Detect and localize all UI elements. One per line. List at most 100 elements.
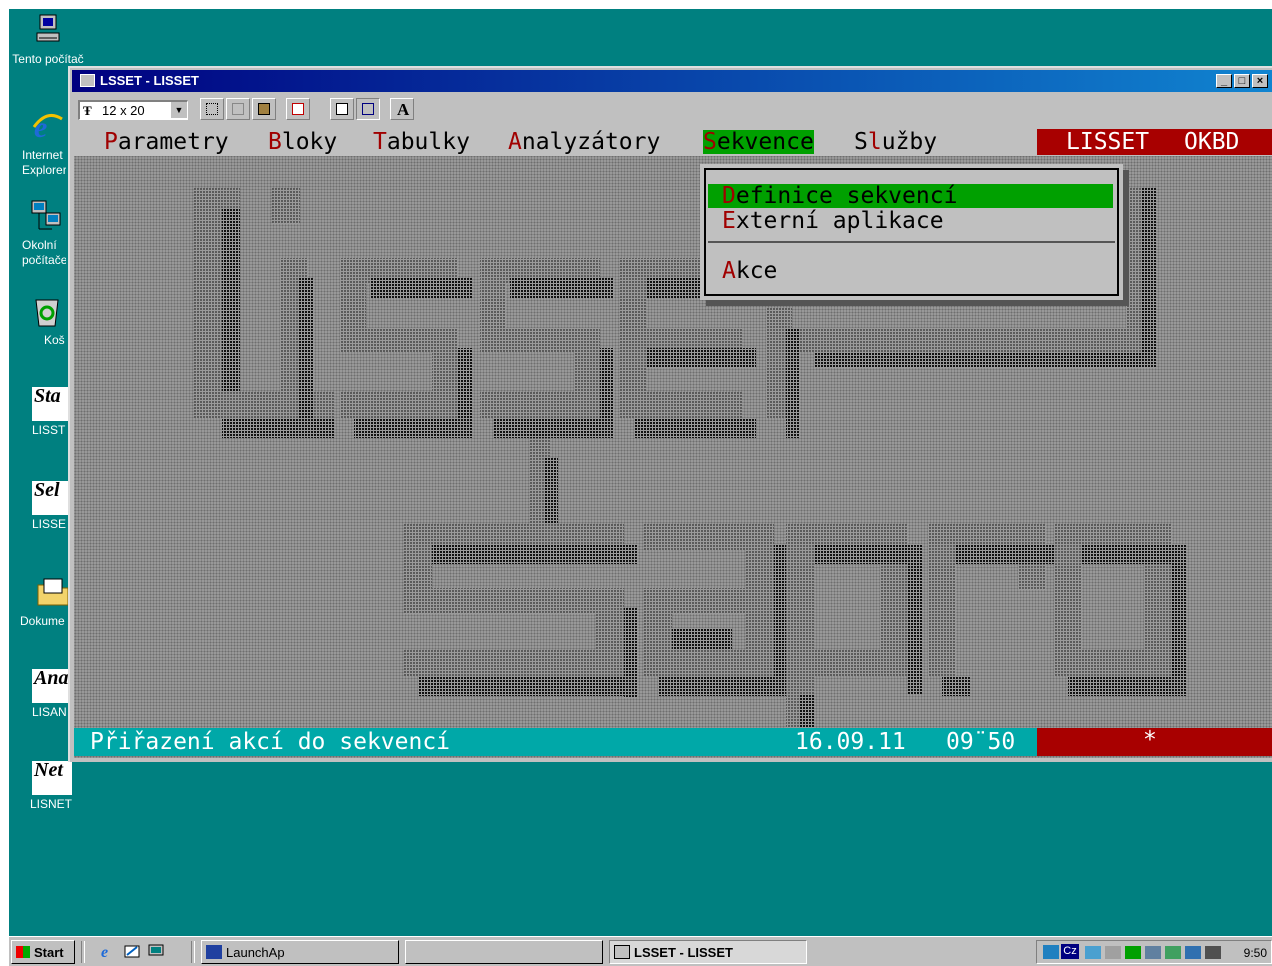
background-button[interactable]: [356, 98, 380, 120]
chevron-down-icon[interactable]: ▼: [170, 102, 187, 118]
console-statusbar: Přiřazení akcí do sekvencí 16.09.11 09¨5…: [74, 727, 1272, 756]
svg-text:e: e: [101, 944, 108, 959]
menu-label: arametry: [117, 129, 229, 155]
status-time: 09¨50: [946, 729, 1016, 755]
desktop-icon-label: LISNET: [30, 797, 73, 811]
desktop-icon-label: Tento počítač: [12, 52, 84, 66]
menu-label: užby: [881, 129, 938, 155]
properties-button[interactable]: [330, 98, 354, 120]
dropdown-label: efinice sekvencí: [735, 183, 958, 209]
desktop-icon-label: Internet Explorer: [22, 148, 66, 177]
tray-display-icon[interactable]: [1145, 946, 1161, 959]
network-neighborhood-icon: [31, 200, 61, 230]
shortcut-caption: Ana: [34, 667, 69, 689]
app-id-tag: LISSET OKBD: [1037, 129, 1272, 155]
fullscreen-button[interactable]: [286, 98, 310, 120]
background-icon: [362, 103, 374, 115]
dropdown-item-externi-aplikace[interactable]: Externí aplikace: [722, 209, 944, 233]
tray-monitor-icon[interactable]: [1165, 946, 1181, 959]
menu-sekvence[interactable]: Sekvence: [703, 130, 814, 154]
quicklaunch-ie-icon[interactable]: e: [99, 943, 117, 959]
task-lsset-lisset[interactable]: LSSET - LISSET: [609, 940, 807, 964]
menu-tabulky[interactable]: Tabulky: [373, 130, 470, 154]
dropdown-hotkey: E: [722, 208, 736, 234]
desktop: Tento počítač e Internet Explorer Okolní…: [9, 9, 1272, 936]
dropdown-hotkey: A: [722, 258, 736, 284]
paste-icon: [258, 103, 270, 115]
font-size-select[interactable]: Ŧ 12 x 20 ▼: [78, 100, 188, 120]
copy-icon: [232, 103, 244, 115]
taskbar-separator: [191, 941, 195, 963]
window-title: LSSET - LISSET: [100, 73, 199, 88]
quicklaunch-outlook-icon[interactable]: [123, 943, 141, 959]
dropdown-label: kce: [735, 258, 778, 284]
lisset-shortcut-icon: Sel appr: [32, 479, 72, 515]
console-window-icon: [80, 74, 95, 87]
font-icon: A: [397, 100, 410, 119]
shortcut-subcaption: appr: [34, 691, 57, 703]
menu-hotkey: P: [104, 129, 118, 155]
desktop-icon-my-computer[interactable]: Tento počítač: [9, 13, 88, 66]
status-date: 16.09.11: [795, 729, 906, 755]
menu-bloky[interactable]: Bloky: [268, 130, 337, 154]
shortcut-subcaption: appr: [34, 409, 57, 421]
app-id-okbd: OKBD: [1184, 129, 1240, 155]
window-toolbar: Ŧ 12 x 20 ▼ A: [72, 94, 1272, 124]
copy-button[interactable]: [226, 98, 250, 120]
clock[interactable]: 9:50: [1244, 946, 1267, 960]
tray-antivirus-icon[interactable]: [1125, 946, 1141, 959]
truetype-icon: Ŧ: [83, 103, 92, 118]
dropdown-item-definice-sekvenci[interactable]: Definice sekvencí: [708, 184, 1113, 208]
sekvence-dropdown: Definice sekvencí Externí aplikace Akce: [700, 164, 1123, 300]
desktop-icon-label: Okolní počítače: [22, 238, 66, 267]
shortcut-subcaption: appr: [34, 503, 57, 515]
menu-label: nalyzátory: [521, 129, 661, 155]
menu-analyzatory[interactable]: Analyzátory: [508, 130, 660, 154]
menu-hotkey: A: [508, 129, 522, 155]
language-indicator[interactable]: Cz: [1061, 944, 1079, 959]
mark-icon: [206, 103, 218, 115]
font-size-value: 12 x 20: [102, 103, 145, 118]
close-button[interactable]: ×: [1252, 74, 1268, 88]
desktop-shortcut-lisnet[interactable]: Net appr LISNET: [9, 759, 88, 811]
tray-network-icon[interactable]: [1085, 946, 1101, 959]
quicklaunch-show-desktop-icon[interactable]: [147, 943, 165, 959]
system-tray: Cz 9:50: [1036, 940, 1272, 964]
dropdown-hotkey: D: [722, 183, 736, 209]
properties-icon: [336, 103, 348, 115]
task-launchap[interactable]: LaunchAp: [201, 940, 399, 964]
task-empty[interactable]: [405, 940, 603, 964]
font-button[interactable]: A: [390, 98, 414, 120]
console-menubar: Parametry Bloky Tabulky Analyzátory Sekv…: [74, 128, 1272, 156]
paste-button[interactable]: [252, 98, 276, 120]
launchap-icon: [206, 945, 222, 959]
shortcut-subcaption: appr: [34, 783, 57, 795]
mark-button[interactable]: [200, 98, 224, 120]
menu-hotkey: l: [867, 129, 882, 155]
start-button[interactable]: Start: [11, 940, 75, 964]
tray-keyboard-icon[interactable]: [1205, 946, 1221, 959]
task-label: LaunchAp: [226, 945, 285, 960]
window-titlebar[interactable]: LSSET - LISSET _ □ ×: [72, 70, 1272, 92]
tray-computer-icon[interactable]: [1185, 946, 1201, 959]
menu-parametry[interactable]: Parametry: [104, 130, 229, 154]
lisan-shortcut-icon: Ana appr: [32, 667, 72, 703]
my-documents-icon: [37, 578, 69, 606]
start-label: Start: [34, 945, 64, 960]
maximize-button[interactable]: □: [1234, 74, 1250, 88]
minimize-button[interactable]: _: [1216, 74, 1232, 88]
windows-logo-icon: [16, 946, 30, 958]
menu-hotkey: B: [268, 129, 282, 155]
shortcut-caption: Sta: [34, 385, 61, 407]
tray-app-icon[interactable]: [1043, 945, 1059, 959]
taskbar: Start e LaunchAp LSSET - LISSET Cz 9:50: [9, 936, 1272, 966]
menu-label: ekvence: [716, 129, 814, 155]
lisnet-shortcut-icon: Net appr: [32, 759, 72, 795]
menu-sluzby[interactable]: Služby: [854, 130, 937, 154]
fullscreen-icon: [292, 103, 304, 115]
console-screen[interactable]: Parametry Bloky Tabulky Analyzátory Sekv…: [74, 128, 1272, 758]
menu-label: loky: [281, 129, 338, 155]
tray-volume-icon[interactable]: [1105, 946, 1121, 959]
dropdown-item-akce[interactable]: Akce: [722, 259, 777, 283]
my-computer-icon: [36, 14, 60, 42]
